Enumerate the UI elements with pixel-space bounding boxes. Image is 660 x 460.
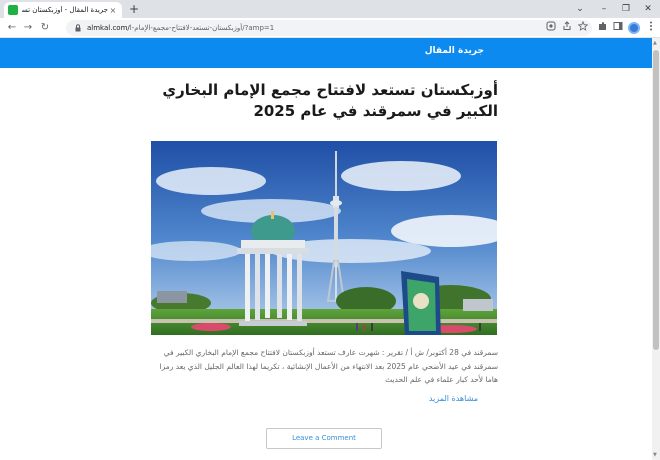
extensions-puzzle-icon[interactable] <box>596 21 610 35</box>
browser-tabstrip: جريدة المقال - أوزبكستان تستعد × + ⌄ – ❐… <box>0 0 660 18</box>
url-path: أوزبكستان-تستعد-لافتتاح-مجمع-الإمام-ا/?a… <box>129 24 275 32</box>
tab-close-icon[interactable]: × <box>108 6 118 15</box>
site-title[interactable]: جريدة المقال <box>425 46 484 56</box>
site-header: جريدة المقال <box>0 38 652 68</box>
back-button[interactable]: ← <box>5 21 19 35</box>
page-viewport: جريدة المقال أوزبكستان تستعد لافتتاح مجم… <box>0 38 660 460</box>
article-image <box>151 141 497 335</box>
article-excerpt: سمرقند في 28 أكتوبر/ ش أ / تقرير : شهرت … <box>159 348 498 384</box>
read-more-link[interactable]: مشاهدة المزيد <box>429 394 478 403</box>
scroll-up-arrow-icon[interactable]: ▲ <box>653 40 657 46</box>
tab-title: جريدة المقال - أوزبكستان تستعد <box>22 6 108 14</box>
scroll-down-arrow-icon[interactable]: ▼ <box>653 452 657 458</box>
url-host: almkal.com/ <box>87 24 130 32</box>
scroll-thumb[interactable] <box>653 50 659 350</box>
new-tab-button[interactable]: + <box>127 2 141 16</box>
tab-search-icon[interactable]: ⌄ <box>573 2 587 16</box>
more-menu-icon[interactable] <box>644 21 658 35</box>
tashkent-memorial-photo-icon <box>151 141 497 335</box>
browser-toolbar: ← → ↻ almkal.com/أوزبكستان-تستعد-لافتتاح… <box>0 18 660 38</box>
share-icon[interactable] <box>561 21 573 33</box>
close-window-button[interactable]: ✕ <box>641 2 655 16</box>
reload-button[interactable]: ↻ <box>38 21 52 35</box>
forward-button[interactable]: → <box>21 21 35 35</box>
minimize-button[interactable]: – <box>597 2 611 16</box>
address-bar[interactable]: almkal.com/أوزبكستان-تستعد-لافتتاح-مجمع-… <box>66 20 592 36</box>
article-title: أوزبكستان تستعد لافتتاح مجمع الإمام البخ… <box>162 81 498 120</box>
google-lens-icon[interactable] <box>545 21 557 33</box>
restore-button[interactable]: ❐ <box>619 2 633 16</box>
profile-avatar[interactable] <box>628 22 640 34</box>
browser-tab[interactable]: جريدة المقال - أوزبكستان تستعد × <box>4 2 122 18</box>
site-favicon-icon <box>8 5 18 15</box>
bookmark-star-icon[interactable] <box>577 20 589 33</box>
page-scrollbar[interactable]: ▲ ▼ <box>652 38 660 460</box>
lock-icon <box>74 24 82 32</box>
leave-comment-button[interactable]: Leave a Comment <box>266 428 382 449</box>
side-panel-icon[interactable] <box>611 21 625 35</box>
